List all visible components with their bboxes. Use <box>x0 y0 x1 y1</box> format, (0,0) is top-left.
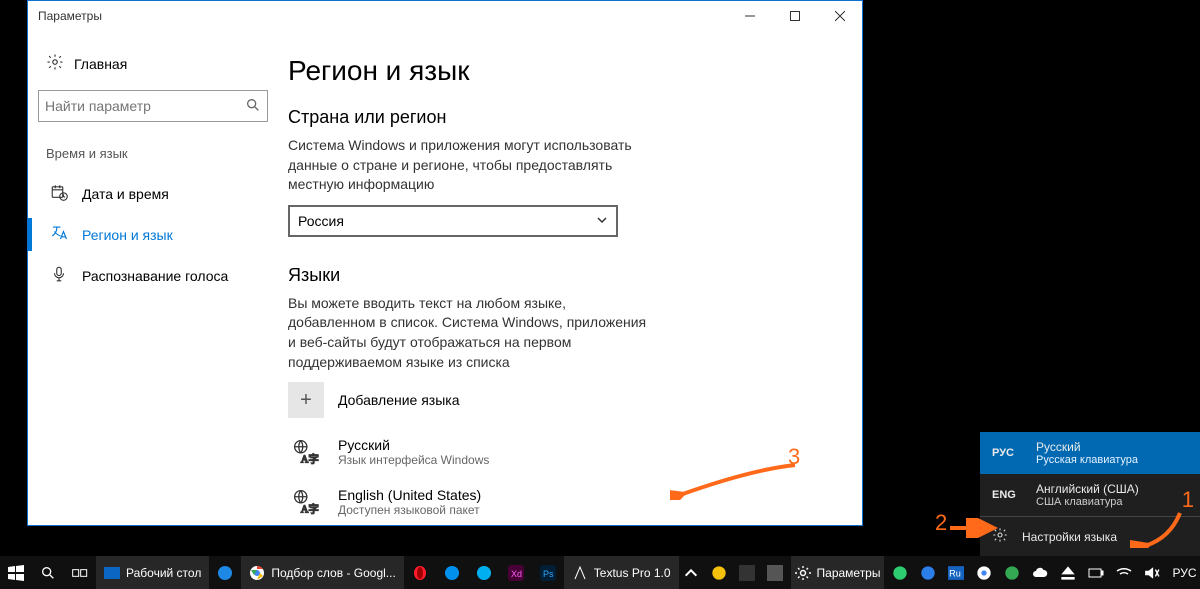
languages-desc: Вы можете вводить текст на любом языке, … <box>288 294 648 372</box>
tray-eject-icon[interactable] <box>1056 556 1080 589</box>
sidebar-group-title: Время и язык <box>38 136 268 173</box>
sidebar-item-datetime[interactable]: Дата и время <box>38 173 268 214</box>
tray-wifi-icon[interactable] <box>1112 556 1136 589</box>
svg-text:Ps: Ps <box>543 569 554 579</box>
language-name: English (United States) <box>338 487 481 503</box>
language-sub: Доступен языковой пакет <box>338 503 481 517</box>
region-desc: Система Windows и приложения могут испол… <box>288 136 648 195</box>
tray-icon[interactable] <box>972 556 996 589</box>
add-language-button[interactable]: + Добавление языка <box>288 382 832 418</box>
taskbar-app-opera[interactable] <box>404 556 436 589</box>
taskbar-language-code: РУС <box>1172 566 1196 580</box>
ime-code: РУС <box>992 447 1022 459</box>
taskbar: Рабочий стол Подбор слов - Googl... Xd P… <box>0 556 1200 589</box>
arrow-2 <box>948 518 998 544</box>
tray-ru-icon[interactable]: Ru <box>944 556 968 589</box>
gear-icon <box>46 53 64 74</box>
start-button[interactable] <box>0 556 32 589</box>
taskbar-app-ps[interactable]: Ps <box>532 556 564 589</box>
settings-window: Параметры Главная <box>27 0 863 526</box>
taskbar-language-indicator[interactable]: РУС <box>1168 556 1200 589</box>
tray-icon[interactable] <box>707 556 731 589</box>
search-field[interactable] <box>45 98 245 114</box>
page-title: Регион и язык <box>288 55 832 87</box>
language-glyph-icon: A字 <box>288 484 324 520</box>
taskbar-app-edge[interactable] <box>209 556 241 589</box>
svg-text:Ru: Ru <box>950 568 962 578</box>
sidebar-item-region[interactable]: Регион и язык <box>38 214 268 255</box>
taskbar-app-xd[interactable]: Xd <box>500 556 532 589</box>
languages-heading: Языки <box>288 265 832 286</box>
tray-icon[interactable] <box>1000 556 1024 589</box>
taskbar-app-skype[interactable] <box>468 556 500 589</box>
arrow-1 <box>1130 508 1190 554</box>
minimize-button[interactable] <box>727 1 772 31</box>
ime-primary: Английский (США) <box>1036 482 1139 496</box>
taskbar-label: Рабочий стол <box>126 566 201 580</box>
ime-code: ENG <box>992 489 1022 501</box>
ime-option-ru[interactable]: РУС Русский Русская клавиатура <box>980 432 1200 474</box>
taskbar-app-ffdev[interactable] <box>436 556 468 589</box>
language-glyph-icon: A字 <box>288 434 324 470</box>
taskbar-label: Параметры <box>817 566 881 580</box>
ime-settings-label: Настройки языка <box>1022 530 1117 544</box>
svg-text:A字: A字 <box>301 453 319 466</box>
taskbar-label: Textus Pro 1.0 <box>594 566 671 580</box>
taskbar-app-chrome[interactable]: Подбор слов - Googl... <box>241 556 403 589</box>
taskbar-app-textus[interactable]: Textus Pro 1.0 <box>564 556 679 589</box>
language-icon <box>50 224 68 245</box>
taskbar-search-icon[interactable] <box>32 556 64 589</box>
arrow-3 <box>670 460 800 506</box>
svg-text:Xd: Xd <box>511 569 522 579</box>
system-tray: Параметры Ru РУС 15:28 <box>679 556 1200 589</box>
ime-secondary: Русская клавиатура <box>1036 454 1138 466</box>
taskbar-app-settings[interactable]: Параметры <box>791 556 885 589</box>
sidebar: Главная Время и язык Дата и <box>28 31 278 525</box>
chevron-down-icon <box>596 213 608 229</box>
tray-chevron-up-icon[interactable] <box>679 556 703 589</box>
sidebar-item-label: Регион и язык <box>82 227 173 243</box>
taskbar-label: Подбор слов - Googl... <box>271 566 395 580</box>
maximize-button[interactable] <box>772 1 817 31</box>
annotation-2: 2 <box>935 510 947 536</box>
svg-text:A字: A字 <box>301 503 319 516</box>
close-button[interactable] <box>817 1 862 31</box>
tray-volume-icon[interactable] <box>1140 556 1164 589</box>
search-input[interactable] <box>38 90 268 122</box>
sidebar-item-label: Распознавание голоса <box>82 268 228 284</box>
content: Регион и язык Страна или регион Система … <box>278 31 862 525</box>
region-heading: Страна или регион <box>288 107 832 128</box>
add-language-label: Добавление языка <box>338 392 460 408</box>
titlebar[interactable]: Параметры <box>28 1 862 31</box>
microphone-icon <box>50 265 68 286</box>
ime-secondary: США клавиатура <box>1036 496 1139 508</box>
tray-cloud-icon[interactable] <box>1028 556 1052 589</box>
tray-icon[interactable] <box>916 556 940 589</box>
taskbar-app-explorer[interactable]: Рабочий стол <box>96 556 209 589</box>
sidebar-item-speech[interactable]: Распознавание голоса <box>38 255 268 296</box>
tray-battery-icon[interactable] <box>1084 556 1108 589</box>
region-dropdown[interactable]: Россия <box>288 205 618 237</box>
window-title: Параметры <box>38 9 102 23</box>
tray-icon[interactable] <box>763 556 787 589</box>
calendar-clock-icon <box>50 183 68 204</box>
tray-icon[interactable] <box>735 556 759 589</box>
language-sub: Язык интерфейса Windows <box>338 453 489 467</box>
ime-primary: Русский <box>1036 440 1138 454</box>
sidebar-home[interactable]: Главная <box>38 43 268 84</box>
language-name: Русский <box>338 437 489 453</box>
sidebar-home-label: Главная <box>74 56 127 72</box>
search-icon <box>245 97 261 116</box>
task-view-button[interactable] <box>64 556 96 589</box>
sidebar-item-label: Дата и время <box>82 186 169 202</box>
plus-icon: + <box>288 382 324 418</box>
tray-icon[interactable] <box>888 556 912 589</box>
region-value: Россия <box>298 213 344 229</box>
